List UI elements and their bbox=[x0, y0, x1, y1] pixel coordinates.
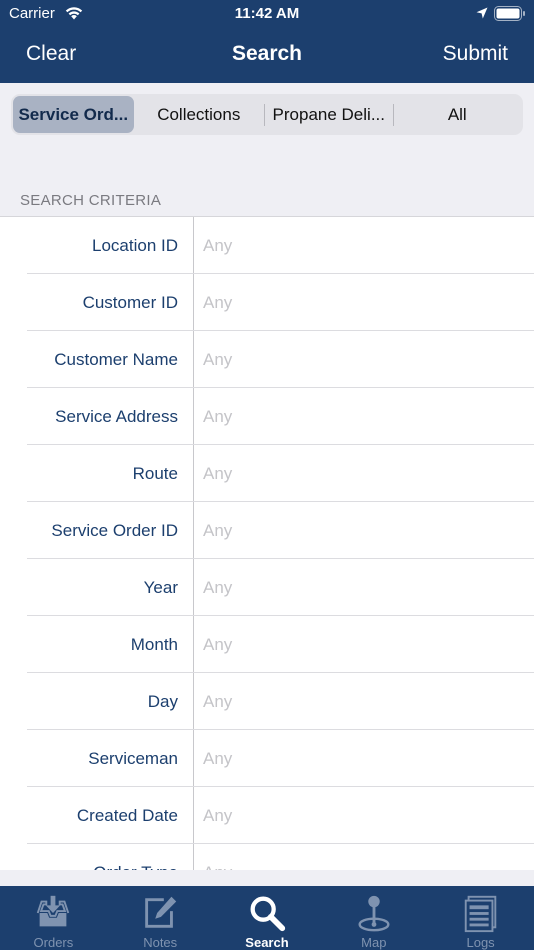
field-label: Day bbox=[147, 691, 178, 711]
section-header: SEARCH CRITERIA bbox=[20, 192, 162, 209]
customer-name-input[interactable] bbox=[203, 331, 523, 388]
service-address-input[interactable] bbox=[203, 388, 523, 445]
submit-button[interactable]: Submit bbox=[443, 42, 508, 66]
tab-notes[interactable]: Notes bbox=[107, 886, 214, 950]
tab-search[interactable]: Search bbox=[214, 886, 321, 950]
clock: 11:42 AM bbox=[234, 5, 300, 22]
field-label: Location ID bbox=[92, 235, 178, 255]
field-label: Route bbox=[132, 463, 178, 483]
segment-all[interactable]: All bbox=[394, 96, 522, 133]
status-bar: Carrier 11:42 AM bbox=[0, 0, 534, 28]
field-customer-name: Customer Name bbox=[0, 331, 534, 388]
segment-propane-deliveries[interactable]: Propane Deli... bbox=[265, 96, 393, 133]
location-id-input[interactable] bbox=[203, 217, 523, 274]
serviceman-input[interactable] bbox=[203, 730, 523, 787]
created-date-input[interactable] bbox=[203, 787, 523, 844]
navigation-header: Carrier 11:42 AM Clear Search Submit bbox=[0, 0, 534, 83]
field-day: Day bbox=[0, 673, 534, 730]
day-input[interactable] bbox=[203, 673, 523, 730]
field-label: Year bbox=[143, 577, 178, 597]
segment-service-orders[interactable]: Service Ord... bbox=[13, 96, 134, 133]
tab-label: Search bbox=[245, 935, 289, 950]
field-label: Month bbox=[130, 634, 178, 654]
field-label: Serviceman bbox=[88, 748, 178, 768]
field-service-order-id: Service Order ID bbox=[0, 502, 534, 559]
clear-button[interactable]: Clear bbox=[26, 42, 76, 66]
tab-orders[interactable]: Orders bbox=[0, 886, 107, 950]
field-route: Route bbox=[0, 445, 534, 502]
field-label: Customer ID bbox=[82, 292, 178, 312]
field-month: Month bbox=[0, 616, 534, 673]
route-input[interactable] bbox=[203, 445, 523, 502]
tab-label: Orders bbox=[33, 935, 74, 950]
order-type-input[interactable] bbox=[203, 844, 523, 870]
year-input[interactable] bbox=[203, 559, 523, 616]
battery-icon bbox=[494, 6, 525, 21]
field-service-address: Service Address bbox=[0, 388, 534, 445]
field-label: Service Address bbox=[55, 406, 178, 426]
tab-map[interactable]: Map bbox=[320, 886, 427, 950]
tab-bar: Orders Notes Search Map Logs bbox=[0, 886, 534, 950]
field-label: Service Order ID bbox=[51, 520, 178, 540]
search-icon bbox=[250, 896, 286, 932]
month-input[interactable] bbox=[203, 616, 523, 673]
order-type-segmented-control: Service Ord... Collections Propane Deli.… bbox=[11, 94, 523, 135]
location-arrow-icon bbox=[476, 7, 488, 19]
service-order-id-input[interactable] bbox=[203, 502, 523, 559]
field-label: Created Date bbox=[76, 805, 178, 825]
edit-note-icon bbox=[145, 896, 177, 928]
field-serviceman: Serviceman bbox=[0, 730, 534, 787]
tab-logs[interactable]: Logs bbox=[427, 886, 534, 950]
customer-id-input[interactable] bbox=[203, 274, 523, 331]
map-pin-icon bbox=[358, 895, 390, 932]
field-label: Order Type bbox=[0, 844, 178, 871]
search-criteria-form: Location ID Customer ID Customer Name Se… bbox=[0, 216, 534, 870]
segment-collections[interactable]: Collections bbox=[134, 96, 264, 133]
tab-label: Map bbox=[361, 935, 387, 950]
field-created-date: Created Date bbox=[0, 787, 534, 844]
inbox-download-icon bbox=[37, 895, 70, 927]
field-label: Customer Name bbox=[54, 349, 178, 369]
tab-label: Logs bbox=[466, 935, 495, 950]
tab-label: Notes bbox=[143, 935, 178, 950]
field-order-type: Order Type bbox=[0, 844, 534, 870]
logs-icon bbox=[464, 895, 496, 933]
field-year: Year bbox=[0, 559, 534, 616]
field-customer-id: Customer ID bbox=[0, 274, 534, 331]
field-location-id: Location ID bbox=[0, 217, 534, 274]
